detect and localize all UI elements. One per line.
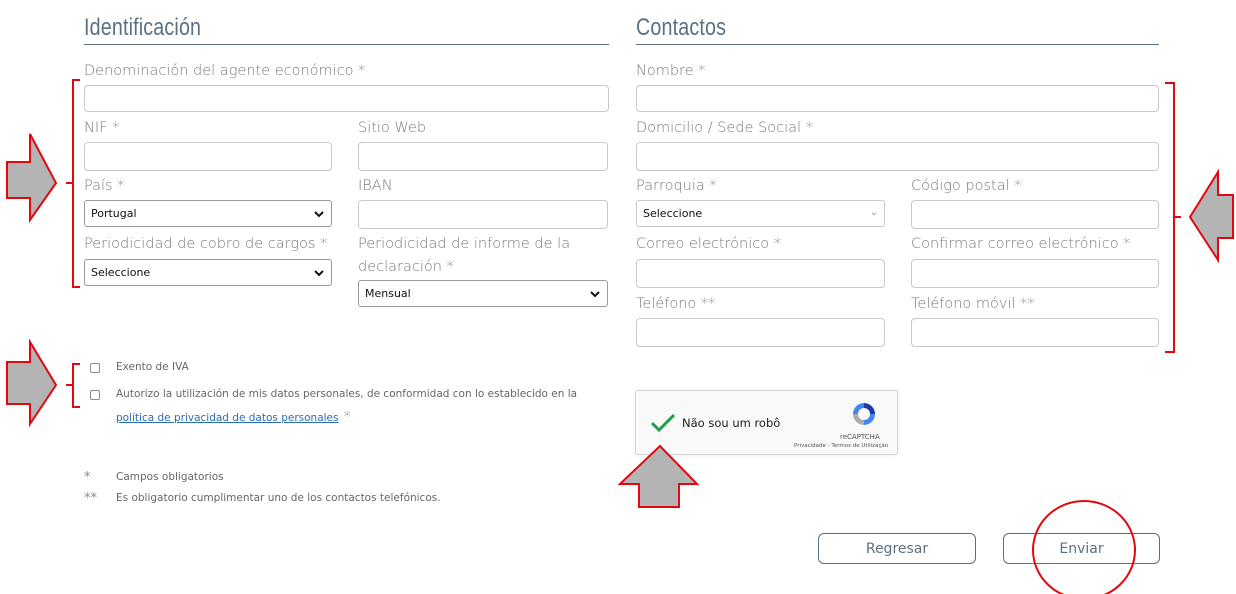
sitio-web-input[interactable] xyxy=(358,142,608,171)
codigo-postal-input[interactable] xyxy=(911,200,1159,229)
chevron-down-icon xyxy=(314,269,324,276)
chevron-down-icon xyxy=(871,211,877,215)
recaptcha-label: Não sou um robô xyxy=(682,416,781,430)
nif-label: NIF * xyxy=(84,120,120,136)
correo-input[interactable] xyxy=(636,259,885,288)
arrow-up-icon xyxy=(617,444,700,508)
politica-required: * xyxy=(343,409,351,425)
recaptcha-brand: reCAPTCHA xyxy=(840,433,880,441)
telefono-input[interactable] xyxy=(636,318,885,347)
recaptcha-logo-icon xyxy=(853,403,875,425)
chevron-down-icon xyxy=(590,290,600,297)
pais-select[interactable]: Portugal xyxy=(84,200,332,227)
exento-iva-label: Exento de IVA xyxy=(116,361,189,373)
telefono-label: Teléfono ** xyxy=(636,296,716,312)
recaptcha-terms-link[interactable]: Termos de Utilização xyxy=(831,443,888,449)
domicilio-label: Domicilio / Sede Social * xyxy=(636,120,813,136)
parroquia-label: Parroquia * xyxy=(636,178,717,194)
telefono-movil-label: Teléfono móvil ** xyxy=(911,296,1035,312)
bracket-checkboxes xyxy=(66,363,80,408)
iban-label: IBAN xyxy=(358,178,393,194)
pais-label: País * xyxy=(84,178,125,194)
arrow-left-icon xyxy=(1188,168,1234,264)
autorizo-checkbox[interactable] xyxy=(90,390,100,400)
codigo-postal-label: Código postal * xyxy=(911,178,1022,194)
periodicidad-informe-select[interactable]: Mensual xyxy=(358,280,608,307)
politica-line: política de privacidad de datos personal… xyxy=(116,406,351,425)
autorizo-label: Autorizo la utilización de mis datos per… xyxy=(116,388,578,400)
nombre-label: Nombre * xyxy=(636,63,706,79)
bracket-identificacion xyxy=(66,79,80,288)
denominacion-label: Denominación del agente económico * xyxy=(84,63,366,79)
periodicidad-informe-label-1: Periodicidad de informe de la xyxy=(358,236,571,252)
recaptcha-links: Privacidade - Termos de Utilização xyxy=(794,443,888,449)
nif-input[interactable] xyxy=(84,142,332,171)
confirmar-correo-label: Confirmar correo electrónico * xyxy=(911,236,1131,252)
periodicidad-cobro-label: Periodicidad de cobro de cargos * xyxy=(84,236,328,252)
regresar-button[interactable]: Regresar xyxy=(818,533,976,564)
contactos-rule xyxy=(636,44,1159,45)
exento-iva-checkbox[interactable] xyxy=(90,363,100,373)
nombre-input[interactable] xyxy=(636,85,1159,112)
check-icon xyxy=(650,413,676,433)
politica-privacidad-link[interactable]: política de privacidad de datos personal… xyxy=(116,412,339,424)
note-double-text: Es obligatorio cumplimentar uno de los c… xyxy=(116,492,441,504)
denominacion-input[interactable] xyxy=(84,85,609,112)
domicilio-input[interactable] xyxy=(636,142,1159,171)
correo-label: Correo electrónico * xyxy=(636,236,781,252)
periodicidad-cobro-select[interactable]: Seleccione xyxy=(84,259,332,286)
identificacion-rule xyxy=(84,44,609,45)
confirmar-correo-input[interactable] xyxy=(911,259,1159,288)
arrow-right-icon xyxy=(6,133,58,224)
pais-select-value: Portugal xyxy=(91,207,137,220)
parroquia-select-value: Seleccione xyxy=(643,207,703,220)
telefono-movil-input[interactable] xyxy=(911,318,1159,347)
note-double-mark: ** xyxy=(84,491,97,506)
contactos-title: Contactos xyxy=(636,14,727,41)
recaptcha-privacy-link[interactable]: Privacidade xyxy=(794,443,826,449)
periodicidad-informe-label-2: declaración * xyxy=(358,259,454,275)
recaptcha-widget[interactable]: Não sou um robô reCAPTCHA Privacidade - … xyxy=(635,390,898,455)
arrow-right-icon xyxy=(6,338,58,428)
bracket-contactos xyxy=(1165,82,1181,353)
identificacion-title: Identificación xyxy=(84,14,202,41)
periodicidad-cobro-value: Seleccione xyxy=(91,266,151,279)
iban-input[interactable] xyxy=(358,200,608,229)
note-single-text: Campos obligatorios xyxy=(116,471,224,483)
parroquia-select[interactable]: Seleccione xyxy=(636,200,885,227)
chevron-down-icon xyxy=(314,210,324,217)
enviar-button[interactable]: Enviar xyxy=(1003,533,1160,564)
sitio-web-label: Sitio Web xyxy=(358,120,427,136)
note-single-mark: * xyxy=(84,470,91,485)
periodicidad-informe-value: Mensual xyxy=(365,287,411,300)
